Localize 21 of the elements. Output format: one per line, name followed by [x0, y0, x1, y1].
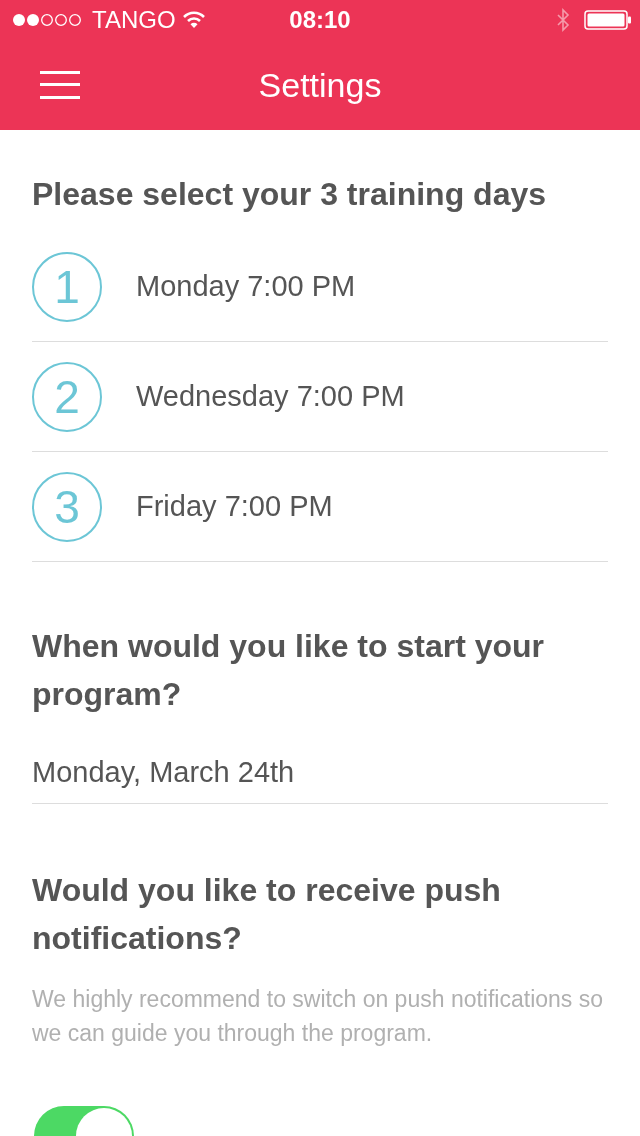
clock-time: 08:10 — [288, 6, 352, 34]
day-number: 2 — [32, 361, 102, 432]
training-day-row[interactable]: 3 Friday 7:00 PM — [32, 452, 608, 562]
training-day-row[interactable]: 2 Wednesday 7:00 PM — [32, 342, 608, 452]
section-heading: Please select your 3 training days — [32, 175, 547, 214]
wifi-icon — [181, 11, 206, 29]
carrier-name: TANGO — [92, 6, 176, 34]
battery-icon — [584, 9, 632, 31]
day-time: Wednesday 7:00 PM — [136, 380, 405, 413]
start-date-field[interactable]: Monday, March 24th — [32, 718, 608, 804]
day-time: Monday 7:00 PM — [136, 270, 356, 303]
menu-button[interactable] — [40, 71, 80, 99]
day-number: 1 — [32, 251, 102, 322]
day-time: Friday 7:00 PM — [136, 490, 333, 523]
training-day-row[interactable]: 1 Monday 7:00 PM — [32, 232, 608, 342]
description-text: We highly recommend to switch on push notifications so we can guide you through the program. — [32, 985, 605, 1048]
section-heading: When would you like to start your program? — [32, 627, 546, 714]
section-heading: Would you like to receive push notifications? — [32, 871, 502, 958]
day-number: 3 — [32, 471, 102, 542]
screen-title: Settings — [257, 65, 383, 105]
bluetooth-icon — [556, 8, 570, 32]
